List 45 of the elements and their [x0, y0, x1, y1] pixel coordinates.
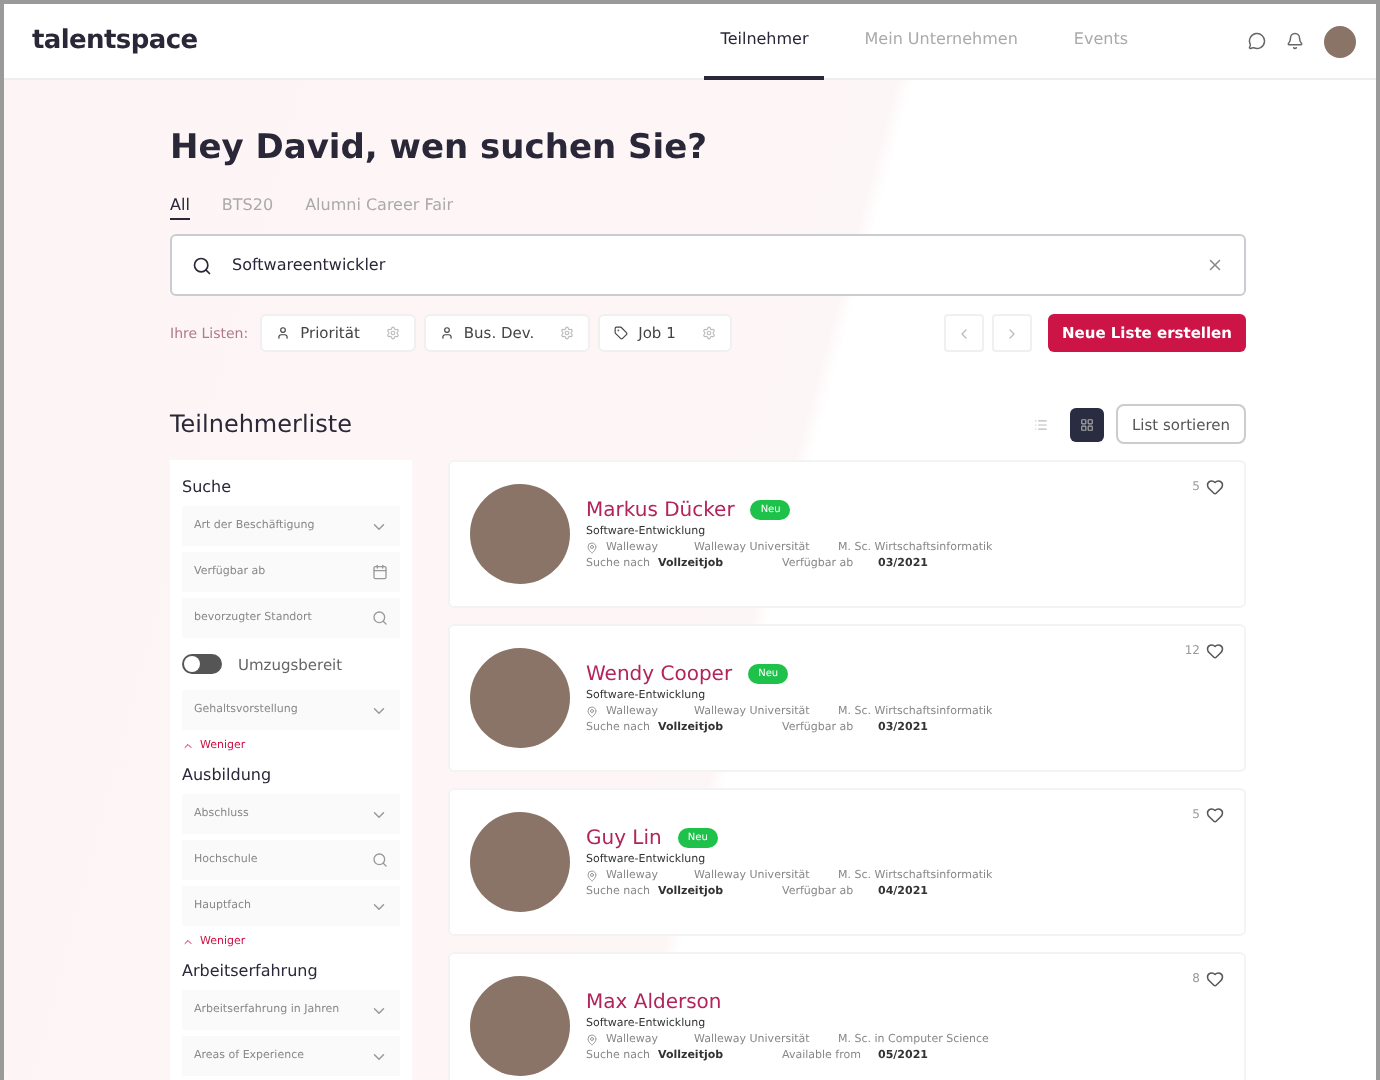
grid-icon	[1080, 417, 1094, 431]
candidate-name[interactable]: Wendy Cooper	[586, 663, 733, 685]
chevron-left-icon	[956, 325, 972, 341]
heart-icon[interactable]	[1206, 970, 1224, 988]
search-bar[interactable]: Softwareentwickler	[170, 234, 1246, 296]
heart-icon[interactable]	[1206, 806, 1224, 824]
avatar-placeholder	[470, 484, 570, 584]
calendar-icon	[372, 564, 388, 580]
avatar-placeholder	[470, 976, 570, 1076]
chevron-up-icon	[182, 936, 194, 948]
location-pin-icon	[586, 869, 598, 881]
toggle-switch[interactable]	[182, 654, 222, 674]
nav-tab[interactable]: Teilnehmer	[704, 4, 825, 79]
filter-group-title: Arbeitserfahrung	[182, 962, 320, 980]
location-pin-icon	[586, 705, 598, 717]
grid-view-button[interactable]	[1070, 407, 1104, 441]
bell-icon[interactable]	[1286, 32, 1304, 50]
chevron-right-icon	[1004, 325, 1020, 341]
user-avatar[interactable]	[1324, 25, 1356, 57]
search-icon	[372, 610, 388, 626]
search-icon	[372, 852, 388, 868]
chevron-up-icon	[182, 740, 194, 752]
avatar-placeholder	[470, 812, 570, 912]
filter-group-title: Suche	[182, 478, 234, 496]
heart-icon[interactable]	[1206, 642, 1224, 660]
candidate-name[interactable]: Max Alderson	[586, 991, 722, 1013]
chat-icon[interactable]	[1248, 32, 1266, 50]
filter-group-title: Ausbildung	[182, 766, 274, 784]
brand-logo[interactable]: talentspace	[32, 26, 705, 56]
location-pin-icon	[586, 1033, 598, 1045]
heart-icon[interactable]	[1206, 478, 1224, 496]
person-icon	[439, 326, 454, 340]
candidate-name[interactable]: Markus Dücker	[586, 499, 735, 521]
page-heading: Hey David, wen suchen Sie?	[170, 128, 709, 168]
location-pin-icon	[586, 541, 598, 553]
section-title: Teilnehmerliste	[170, 410, 354, 438]
search-icon	[192, 255, 212, 275]
tag-icon	[614, 326, 629, 340]
clear-icon[interactable]	[1206, 256, 1224, 274]
scope-tab[interactable]: All	[170, 196, 190, 220]
avatar-placeholder	[470, 648, 570, 748]
person-icon	[276, 326, 291, 340]
search-field[interactable]: Softwareentwickler	[228, 254, 1190, 276]
candidate-name[interactable]: Guy Lin	[586, 827, 662, 849]
list-icon	[1034, 417, 1048, 431]
